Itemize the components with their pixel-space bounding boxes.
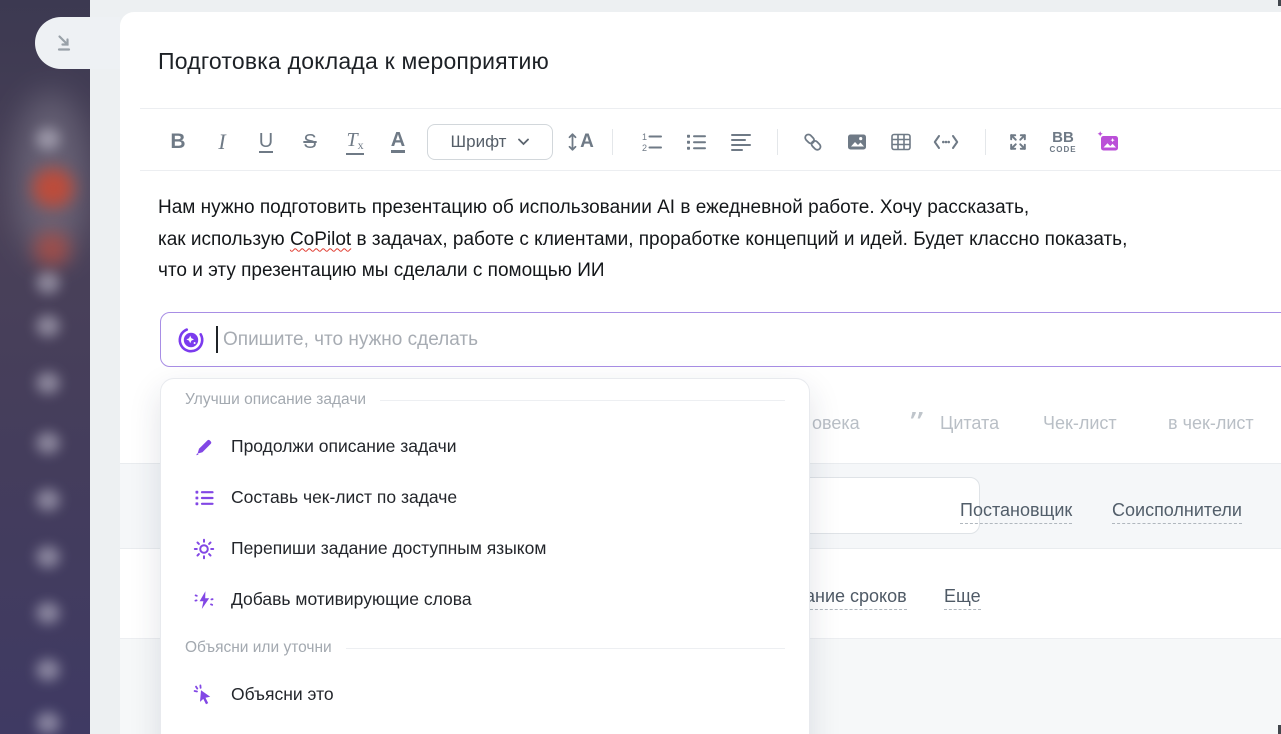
menu-section-header: Объясни или уточни — [161, 635, 809, 661]
link-icon — [802, 131, 824, 153]
clear-format-button[interactable]: Tx — [341, 124, 369, 160]
toolbar-separator — [612, 129, 613, 155]
code-button[interactable] — [932, 124, 960, 160]
bullet-list-button[interactable] — [684, 124, 708, 160]
numbered-list-button[interactable]: 12 — [640, 124, 664, 160]
sidebar-menu-blob — [36, 372, 60, 394]
table-icon — [890, 131, 912, 153]
align-left-icon — [730, 131, 752, 153]
sidebar-menu-blob — [36, 712, 60, 734]
task-title[interactable]: Подготовка доклада к мероприятию — [158, 48, 549, 75]
menu-item-explain-this[interactable]: Объясни это — [161, 669, 809, 720]
menu-section-header: Улучши описание задачи — [161, 387, 809, 413]
task-description[interactable]: Нам нужно подготовить презентацию об исп… — [158, 192, 1268, 287]
copilot-icon — [177, 326, 205, 354]
description-line: как использую CoPilot в задачах, работе … — [158, 224, 1268, 256]
sidebar-menu-blob — [36, 659, 60, 681]
text-color-button[interactable]: A — [386, 124, 410, 160]
checklist-button[interactable]: Чек-лист — [1043, 408, 1117, 438]
expand-button[interactable] — [1006, 124, 1030, 160]
align-button[interactable] — [729, 124, 753, 160]
copilot-prompt-field[interactable] — [160, 312, 1281, 367]
bolt-icon — [193, 589, 215, 611]
sidebar-menu-blob — [36, 432, 60, 454]
image-button[interactable] — [845, 124, 869, 160]
description-line: что и эту презентацию мы сделали с помощ… — [158, 255, 1268, 287]
underline-button[interactable]: U — [254, 124, 278, 160]
divider — [140, 108, 1281, 109]
sidebar-menu-blob — [36, 272, 60, 294]
menu-item-make-checklist[interactable]: Составь чек-лист по задаче — [161, 472, 809, 523]
font-family-select[interactable]: Шрифт — [427, 124, 553, 160]
spellcheck-word: CoPilot — [290, 229, 351, 250]
sidebar-menu-blob — [36, 128, 60, 150]
description-line: Нам нужно подготовить презентацию об исп… — [158, 192, 1268, 224]
collapse-arrow-icon — [54, 33, 76, 53]
code-icon — [933, 133, 959, 151]
image-icon — [846, 131, 868, 153]
text-cursor — [216, 326, 218, 353]
app-window: Подготовка доклада к мероприятию B I U S… — [0, 0, 1281, 734]
checklist-icon — [193, 487, 215, 509]
chevron-down-icon — [518, 138, 529, 146]
sun-icon — [193, 538, 215, 560]
link-button[interactable] — [801, 124, 825, 160]
quote-icon: ” — [908, 412, 932, 434]
bold-button[interactable]: B — [167, 124, 189, 160]
toolbar-separator — [777, 129, 778, 155]
bullet-list-icon — [685, 131, 707, 153]
italic-button[interactable]: I — [212, 124, 232, 160]
table-button[interactable] — [889, 124, 913, 160]
to-checklist-button[interactable]: в чек-лист — [1168, 408, 1254, 438]
svg-text:2: 2 — [642, 143, 647, 153]
more-link[interactable]: Еще — [944, 586, 981, 610]
ai-image-button[interactable] — [1092, 124, 1122, 160]
pen-icon — [193, 436, 215, 458]
sidebar-menu-blob — [36, 315, 60, 337]
header-rule — [346, 648, 785, 649]
cursor-icon — [193, 684, 215, 706]
svg-text:1: 1 — [642, 132, 647, 142]
toolbar-separator — [985, 129, 986, 155]
numbered-list-icon: 12 — [641, 131, 663, 153]
sidebar-notification-blob — [34, 232, 70, 266]
svg-text:”: ” — [908, 412, 926, 434]
sidebar-menu-blob — [36, 489, 60, 511]
expand-icon — [1007, 131, 1029, 153]
task-card: Подготовка доклада к мероприятию B I U S… — [120, 12, 1281, 734]
divider — [140, 170, 1281, 171]
header-rule — [380, 400, 785, 401]
font-size-button[interactable]: A — [564, 124, 598, 160]
bbcode-button[interactable]: BB CODE — [1048, 124, 1078, 160]
coexecutors-link[interactable]: Соисполнители — [1112, 500, 1242, 524]
deadline-planning-link[interactable]: ание сроков — [805, 586, 907, 610]
copilot-prompt-input[interactable] — [221, 328, 1281, 352]
strikethrough-button[interactable]: S — [298, 124, 322, 160]
ai-image-icon — [1094, 130, 1121, 154]
mention-button[interactable]: овека — [812, 408, 860, 438]
up-down-arrow-icon — [568, 131, 577, 153]
sidebar-collapse-button[interactable] — [35, 17, 120, 69]
sidebar-notification-blob — [32, 168, 74, 208]
left-sidebar — [0, 0, 90, 734]
quote-button[interactable]: ” Цитата — [908, 408, 999, 438]
assigner-link[interactable]: Постановщик — [960, 500, 1072, 524]
menu-item-add-motivation[interactable]: Добавь мотивирующие слова — [161, 574, 809, 625]
sidebar-menu-blob — [36, 602, 60, 624]
menu-item-rewrite-simple[interactable]: Перепиши задание доступным языком — [161, 523, 809, 574]
sidebar-menu-blob — [36, 546, 60, 568]
menu-item-continue-description[interactable]: Продолжи описание задачи — [161, 421, 809, 472]
copilot-suggestions-menu: Улучши описание задачи Продолжи описание… — [160, 378, 810, 734]
